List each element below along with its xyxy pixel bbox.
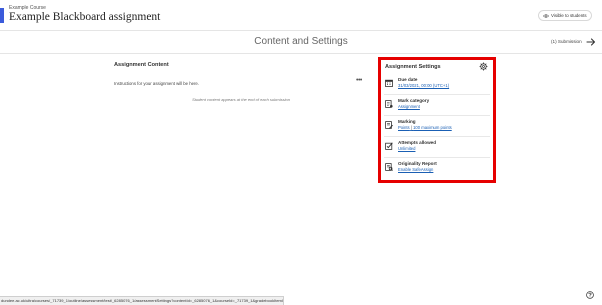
setting-marking: Marking Points | 100 maximum points [384,118,490,137]
calendar-icon [385,79,393,87]
instructions-text: Instructions for your assignment will be… [114,81,200,86]
gear-icon[interactable] [479,62,488,71]
top-header: Example Course Example Blackboard assign… [0,0,602,31]
setting-originality: Originality Report Enable SafeAssign [384,160,490,179]
mark-category-label: Mark category [398,98,430,103]
student-content-note: Student content appears at the end of ea… [114,97,368,102]
marking-icon [385,121,393,129]
accent-bar [0,8,4,23]
content-heading: Assignment Content [114,62,169,68]
marking-separator: | [410,125,412,130]
category-icon [385,100,393,108]
settings-heading: Assignment Settings [385,64,441,70]
help-icon[interactable] [586,291,594,299]
mark-category-value[interactable]: Assignment [398,104,420,109]
setting-due-date: Due date 31/03/2021, 00:00 (UTC+1) [384,76,490,95]
due-date-label: Due date [398,77,418,82]
sub-header: Content and Settings (1) Submission [0,31,602,54]
originality-value[interactable]: Enable SafeAssign [398,167,433,172]
submissions-link[interactable]: (1) Submission [551,39,582,44]
marking-max-points[interactable]: 100 maximum points [413,125,452,130]
setting-attempts: Attempts allowed Unlimited [384,139,490,158]
status-bar-url: dundee.ac.uk/ultra/courses/_71739_1/outl… [0,296,284,305]
visibility-label: Visible to students [551,13,587,18]
attempts-icon [385,142,393,150]
marking-label: Marking [398,119,416,124]
setting-mark-category: Mark category Assignment [384,97,490,116]
marking-points[interactable]: Points [398,125,410,130]
student-note-text: Student content appears at the end of ea… [189,97,293,102]
assignment-settings-panel: Assignment Settings Due date 31/03/2021,… [378,57,496,183]
marking-value: Points | 100 maximum points [398,125,452,130]
due-date-value[interactable]: 31/03/2021, 00:00 (UTC+1) [398,83,449,88]
arrow-right-icon[interactable] [586,37,596,47]
attempts-label: Attempts allowed [398,140,437,145]
eye-icon [543,13,549,18]
more-options-button[interactable]: ••• [356,77,362,84]
visibility-button[interactable]: Visible to students [538,10,592,21]
section-title: Content and Settings [254,36,348,47]
attempts-value[interactable]: Unlimited [398,146,415,151]
page-title: Example Blackboard assignment [9,11,161,23]
originality-label: Originality Report [398,161,437,166]
originality-icon [385,163,393,171]
